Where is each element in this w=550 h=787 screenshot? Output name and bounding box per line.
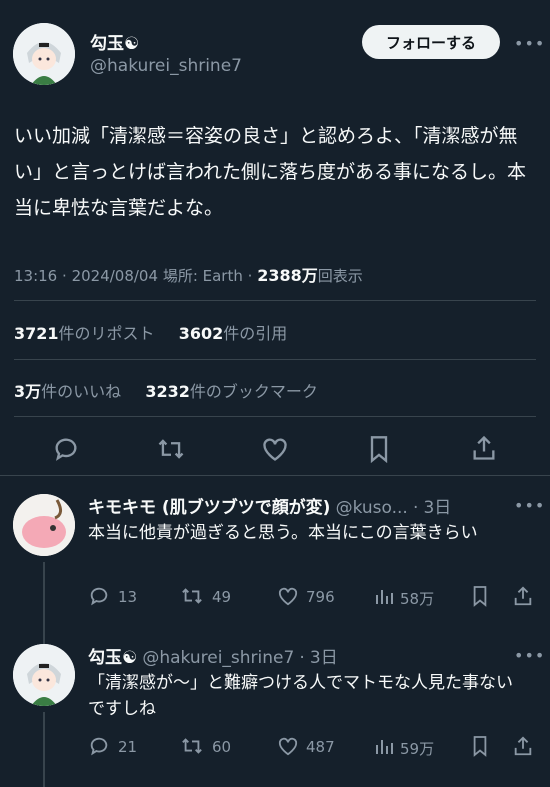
reply-icon[interactable] bbox=[88, 585, 110, 611]
thread-line bbox=[43, 562, 45, 644]
repost-count: 49 bbox=[212, 588, 232, 606]
views-count: 58万 bbox=[400, 590, 435, 608]
tweet-meta: 13:16 · 2024/08/04 場所: Earth · 2388万回表示 bbox=[14, 266, 363, 285]
reply-header: キモキモ (肌ブツブツで顔が変) @kuso... · 3日 bbox=[88, 498, 452, 518]
divider bbox=[14, 300, 536, 301]
tweet-text: いい加減「清潔感＝容姿の良さ」と認めろよ、「清潔感が無い」と言っとけば言われた側… bbox=[14, 125, 527, 219]
tweet-place: 場所: Earth bbox=[162, 267, 243, 285]
views-icon[interactable] bbox=[374, 736, 394, 760]
reply-time[interactable]: 3日 bbox=[423, 498, 451, 518]
reply-icon[interactable] bbox=[52, 435, 80, 467]
reply-author-name[interactable]: 勾玉☯ bbox=[88, 648, 137, 668]
like-icon[interactable] bbox=[277, 586, 299, 610]
reply-time[interactable]: 3日 bbox=[310, 648, 338, 668]
divider bbox=[14, 416, 536, 417]
share-icon[interactable] bbox=[512, 585, 534, 611]
views-count: 2388万 bbox=[257, 266, 318, 285]
views-icon[interactable] bbox=[374, 586, 394, 610]
share-icon[interactable] bbox=[470, 434, 498, 466]
reply-text: 「清潔感が〜」と難癖つける人でマトモな人見た事ないですしね bbox=[88, 673, 513, 719]
reply-header: 勾玉☯ @hakurei_shrine7 · 3日 bbox=[88, 648, 338, 668]
repost-icon[interactable] bbox=[180, 735, 204, 761]
bookmark-icon[interactable] bbox=[471, 735, 489, 761]
divider bbox=[0, 475, 550, 476]
like-icon[interactable] bbox=[277, 736, 299, 760]
more-options-icon[interactable]: ••• bbox=[514, 496, 545, 515]
tweet-date[interactable]: 2024/08/04 bbox=[72, 267, 158, 285]
reply-icon[interactable] bbox=[88, 735, 110, 761]
stats-row-reposts: 3721件のリポスト 3602件の引用 bbox=[14, 320, 287, 344]
author-name[interactable]: 勾玉☯ bbox=[90, 29, 139, 54]
reply-avatar[interactable] bbox=[13, 494, 75, 556]
reply-count: 13 bbox=[118, 588, 138, 606]
follow-button[interactable]: フォローする bbox=[362, 25, 500, 59]
author-avatar[interactable] bbox=[13, 23, 75, 85]
reply-avatar[interactable] bbox=[13, 644, 75, 706]
share-icon[interactable] bbox=[512, 735, 534, 761]
like-count: 487 bbox=[306, 738, 335, 756]
reply-text: 本当に他責が過ぎると思う。本当にこの言葉きらい bbox=[88, 523, 478, 543]
like-count: 796 bbox=[306, 588, 335, 606]
reply-count: 21 bbox=[118, 738, 138, 756]
thread-line bbox=[43, 712, 45, 787]
repost-icon[interactable] bbox=[156, 435, 186, 467]
reply-actions: 13 49 796 58万 bbox=[88, 585, 536, 611]
divider bbox=[14, 359, 536, 360]
reply-author-name[interactable]: キモキモ (肌ブツブツで顔が変) bbox=[88, 498, 330, 518]
bookmark-icon[interactable] bbox=[367, 435, 391, 467]
reply-actions: 21 60 487 59万 bbox=[88, 735, 536, 761]
views-label: 回表示 bbox=[317, 267, 363, 285]
author-handle[interactable]: @hakurei_shrine7 bbox=[90, 56, 242, 76]
quotes-stat[interactable]: 3602件の引用 bbox=[179, 324, 288, 343]
repost-icon[interactable] bbox=[180, 585, 204, 611]
reply-author-handle[interactable]: @hakurei_shrine7 bbox=[142, 648, 294, 668]
reply-author-handle[interactable]: @kuso... bbox=[336, 498, 408, 518]
stats-row-likes: 3万件のいいね 3232件のブックマーク bbox=[14, 378, 318, 402]
more-options-icon[interactable]: ••• bbox=[514, 646, 545, 665]
bookmark-icon[interactable] bbox=[471, 585, 489, 611]
views-count: 59万 bbox=[400, 740, 435, 758]
repost-count: 60 bbox=[212, 738, 232, 756]
reposts-stat[interactable]: 3721件のリポスト bbox=[14, 324, 155, 343]
bookmarks-stat[interactable]: 3232件のブックマーク bbox=[145, 382, 318, 401]
likes-stat[interactable]: 3万件のいいね bbox=[14, 382, 121, 401]
more-options-icon[interactable]: ••• bbox=[514, 34, 545, 53]
tweet-time[interactable]: 13:16 bbox=[14, 267, 57, 285]
like-icon[interactable] bbox=[261, 436, 289, 466]
